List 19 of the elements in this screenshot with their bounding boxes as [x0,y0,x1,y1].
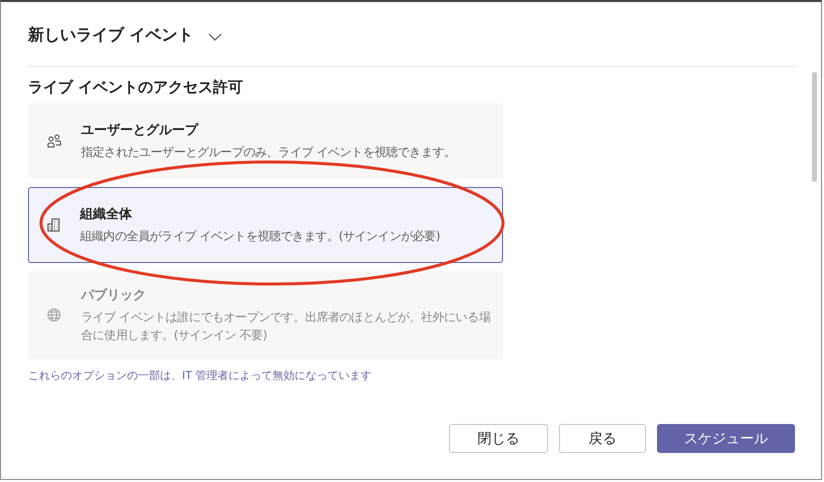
option-title: パブリック [81,286,147,304]
chevron-down-icon[interactable] [208,33,222,41]
option-title: ユーザーとグループ [81,122,200,139]
option-description: 組織内の全員がライブ イベントを視聴できます。(サインインが必要) [80,228,440,245]
dialog-title: 新しいライブ イベント [28,24,194,46]
access-option[interactable]: 組織全体 組織内の全員がライブ イベントを視聴できます。(サインインが必要) [28,187,503,263]
schedule-button[interactable]: スケジュール [657,424,795,453]
option-description: ライブ イベントは誰にでもオープンです。出席者のほとんどが、社外にいる場合に使用します。(サインイン 不要) [81,309,492,344]
dialog-button[interactable]: 戻る [559,424,646,453]
people-icon [47,134,61,148]
dialog-button[interactable]: 閉じる [449,424,548,453]
globe-icon [47,308,61,322]
option-description: 指定されたユーザーとグループのみ、ライブ イベントを視聴できます。 [81,144,456,161]
building-icon [47,218,60,232]
section-heading: ライブ イベントのアクセス許可 [28,78,244,97]
admin-note: これらのオプションの一部は、IT 管理者によって無効になっています [28,368,372,383]
scrollbar-thumb[interactable] [812,72,817,182]
access-option[interactable]: ユーザーとグループ 指定されたユーザーとグループのみ、ライブ イベントを視聴できます。 [28,103,503,179]
option-title: 組織全体 [80,206,133,223]
